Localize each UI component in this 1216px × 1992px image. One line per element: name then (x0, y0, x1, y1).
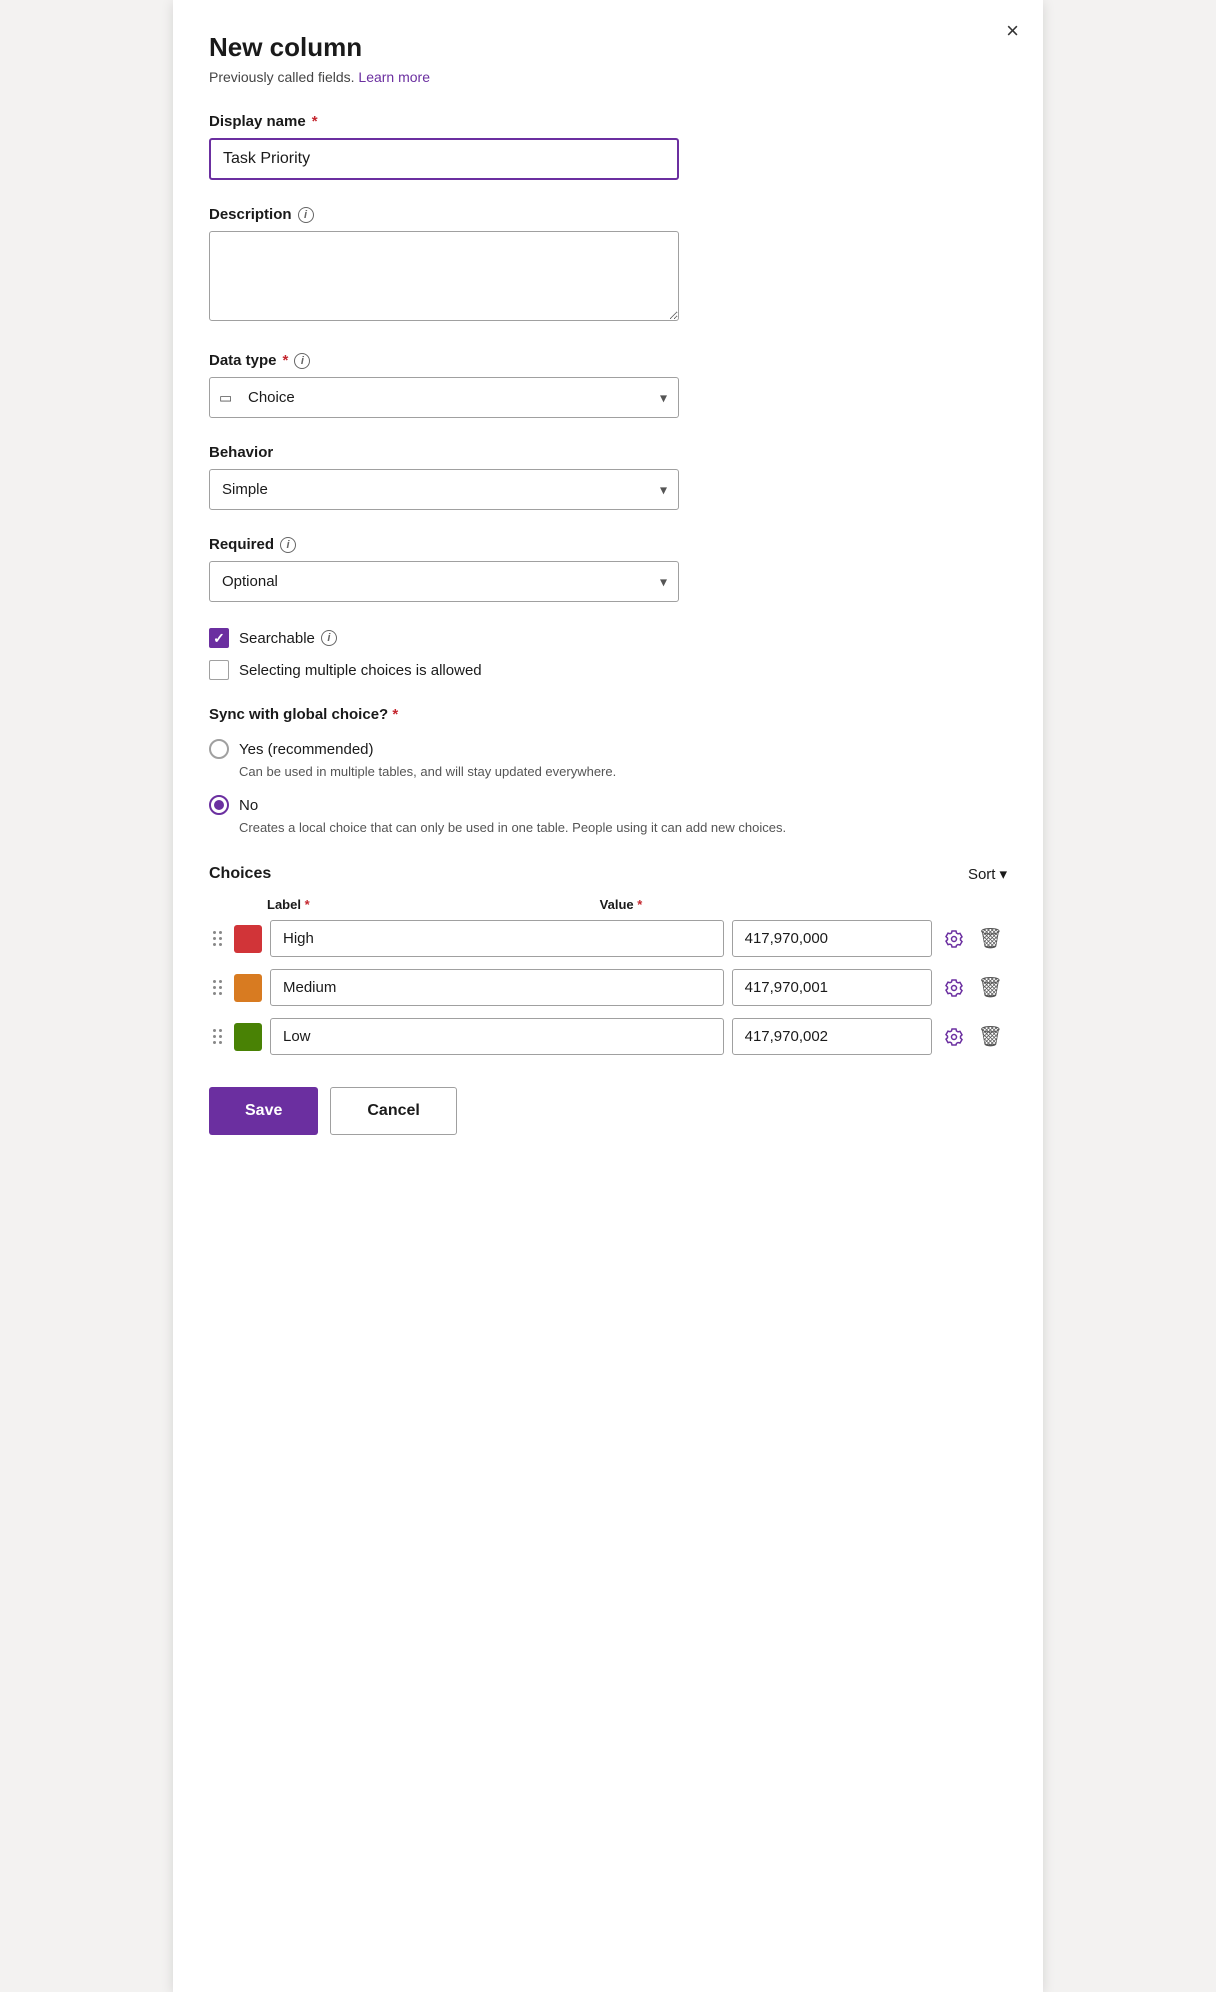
display-name-input[interactable] (209, 138, 679, 180)
cancel-button[interactable]: Cancel (330, 1087, 456, 1135)
choices-section: Choices Sort ▾ Label * Value * (209, 865, 1007, 1055)
data-type-section: Data type * i ▭ Choice ▾ (209, 352, 1007, 418)
required-wrapper: Optional ▾ (209, 561, 679, 602)
display-name-label: Display name * (209, 113, 1007, 130)
choice-label-input-low[interactable] (270, 1018, 724, 1055)
data-type-label: Data type * i (209, 352, 1007, 369)
behavior-section: Behavior Simple ▾ (209, 444, 1007, 510)
display-name-section: Display name * (209, 113, 1007, 180)
required-select[interactable]: Optional (209, 561, 679, 602)
sync-no-label: No (239, 797, 258, 814)
searchable-checkbox[interactable] (209, 628, 229, 648)
save-button[interactable]: Save (209, 1087, 318, 1135)
searchable-row: Searchable i (209, 628, 1007, 648)
sync-no-row: No (209, 795, 1007, 815)
label-col-header: Label * (267, 897, 310, 912)
choice-label-input-medium[interactable] (270, 969, 724, 1006)
behavior-label: Behavior (209, 444, 1007, 461)
choice-delete-button-low[interactable]: 🗑 (974, 1022, 1007, 1051)
sync-yes-row: Yes (recommended) (209, 739, 1007, 759)
choice-value-input-high[interactable] (732, 920, 932, 957)
choice-label-input-high[interactable] (270, 920, 724, 957)
choice-actions-high: 🗑 (940, 924, 1007, 953)
choice-settings-button-medium[interactable] (940, 976, 968, 1000)
required-section: Required i Optional ▾ (209, 536, 1007, 602)
multiple-choices-row: Selecting multiple choices is allowed (209, 660, 1007, 680)
choice-row-high: 🗑 (209, 920, 1007, 957)
drag-handle-low[interactable] (209, 1029, 226, 1044)
data-type-select[interactable]: Choice (209, 377, 679, 418)
choice-type-icon: ▭ (219, 389, 232, 406)
description-section: Description i (209, 206, 1007, 326)
sync-no-radio[interactable] (209, 795, 229, 815)
choice-delete-button-high[interactable]: 🗑 (974, 924, 1007, 953)
choice-value-input-medium[interactable] (732, 969, 932, 1006)
footer-buttons: Save Cancel (209, 1087, 1007, 1135)
sync-yes-option: Yes (recommended) Can be used in multipl… (209, 739, 1007, 781)
choices-title: Choices (209, 865, 271, 883)
required-info-icon: i (280, 537, 296, 553)
color-swatch-low[interactable] (234, 1023, 262, 1051)
data-type-info-icon: i (294, 353, 310, 369)
color-swatch-high[interactable] (234, 925, 262, 953)
data-type-wrapper: ▭ Choice ▾ (209, 377, 679, 418)
behavior-select[interactable]: Simple (209, 469, 679, 510)
sync-yes-desc: Can be used in multiple tables, and will… (239, 763, 1007, 781)
choices-col-headers: Label * Value * (209, 897, 1007, 912)
sync-section: Sync with global choice? * Yes (recommen… (209, 706, 1007, 837)
value-col-header: Value * (600, 897, 643, 912)
choices-header: Choices Sort ▾ (209, 865, 1007, 883)
choice-settings-button-low[interactable] (940, 1025, 968, 1049)
close-button[interactable]: × (1006, 20, 1019, 42)
required-star: * (312, 113, 318, 130)
sync-no-option: No Creates a local choice that can only … (209, 795, 1007, 837)
choice-delete-button-medium[interactable]: 🗑 (974, 973, 1007, 1002)
choice-actions-low: 🗑 (940, 1022, 1007, 1051)
required-star-2: * (283, 352, 289, 369)
choice-row-low: 🗑 (209, 1018, 1007, 1055)
learn-more-link[interactable]: Learn more (358, 69, 430, 85)
sort-chevron-icon: ▾ (999, 865, 1007, 883)
behavior-wrapper: Simple ▾ (209, 469, 679, 510)
choice-settings-button-high[interactable] (940, 927, 968, 951)
required-label: Required i (209, 536, 1007, 553)
searchable-label: Searchable i (239, 630, 337, 647)
choice-actions-medium: 🗑 (940, 973, 1007, 1002)
choice-row-medium: 🗑 (209, 969, 1007, 1006)
searchable-info-icon: i (321, 630, 337, 646)
description-label: Description i (209, 206, 1007, 223)
sort-button[interactable]: Sort ▾ (968, 865, 1007, 883)
sync-yes-radio[interactable] (209, 739, 229, 759)
panel-title: New column (209, 32, 1007, 63)
multiple-choices-checkbox[interactable] (209, 660, 229, 680)
searchable-section: Searchable i Selecting multiple choices … (209, 628, 1007, 680)
multiple-choices-label: Selecting multiple choices is allowed (239, 662, 482, 679)
sync-no-desc: Creates a local choice that can only be … (239, 819, 1007, 837)
sync-yes-label: Yes (recommended) (239, 741, 374, 758)
drag-handle-medium[interactable] (209, 980, 226, 995)
sync-required-star: * (392, 706, 398, 723)
choice-value-input-low[interactable] (732, 1018, 932, 1055)
sync-title: Sync with global choice? * (209, 706, 1007, 723)
color-swatch-medium[interactable] (234, 974, 262, 1002)
description-input[interactable] (209, 231, 679, 321)
new-column-panel: × New column Previously called fields. L… (173, 0, 1043, 1992)
drag-handle-high[interactable] (209, 931, 226, 946)
panel-subtitle: Previously called fields. Learn more (209, 69, 1007, 85)
description-info-icon: i (298, 207, 314, 223)
